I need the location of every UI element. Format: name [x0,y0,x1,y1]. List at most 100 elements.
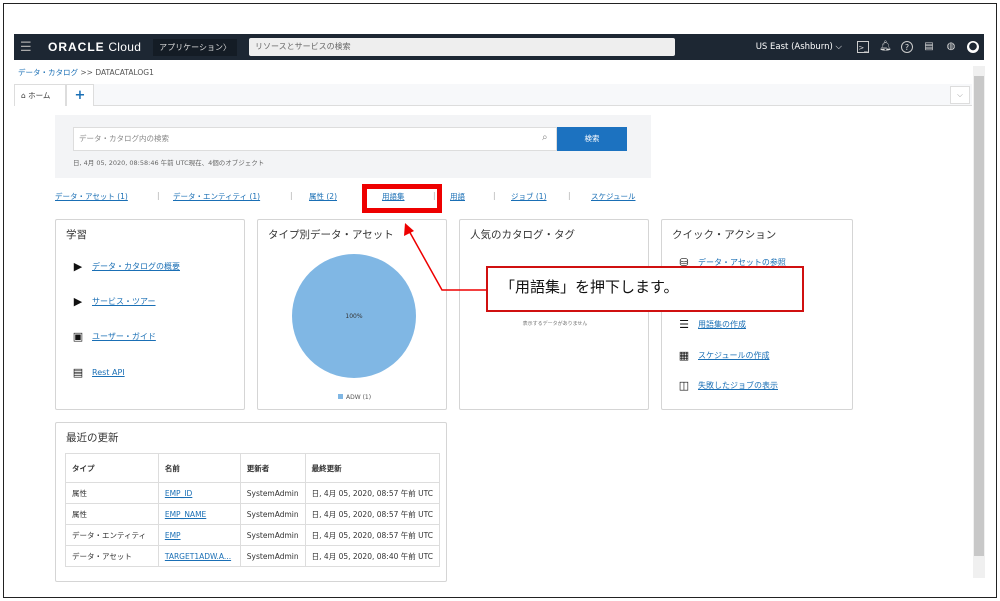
cell-updated: 日, 4月 05, 2020, 08:57 午前 UTC [304,482,441,504]
cell-type: 属性 [65,482,159,504]
play-icon: ▶ [73,260,83,273]
link-data-assets[interactable]: データ・アセット (1) [55,191,128,202]
glossary-icon: ☰ [679,318,689,331]
breadcrumb-separator: >> [80,68,93,77]
popular-tags-card: 人気のカタログ・タグ 表示するデータがありません [459,219,649,410]
cell-type: 属性 [65,503,159,525]
cell-updated: 日, 4月 05, 2020, 08:57 午前 UTC [304,503,441,525]
table-row: 属性 EMP_ID SystemAdmin 日, 4月 05, 2020, 08:57… [65,482,441,504]
cloud-shell-icon[interactable]: >_ [857,41,869,53]
cell-name-link[interactable]: EMP_NAME [165,510,206,519]
breadcrumb-current: DATACATALOG1 [95,68,154,77]
learn-link[interactable]: Rest API [92,368,125,377]
link-data-entities[interactable]: データ・エンティティ (1) [173,191,260,202]
card-title: 最近の更新 [66,432,119,444]
card-title: 学習 [66,229,87,241]
divider: | [493,191,496,200]
schedule-icon: ▦ [678,349,690,362]
help-icon[interactable]: ? [901,41,913,53]
table-row: 属性 EMP_NAME SystemAdmin 日, 4月 05, 2020, 08:… [65,503,441,525]
empty-message: 表示するデータがありません [522,321,588,327]
divider: | [568,191,571,200]
cell-name-link[interactable]: EMP [165,531,181,540]
globe-icon[interactable]: ◍ [945,41,957,53]
learn-link[interactable]: サービス・ツアー [92,296,156,307]
link-schedules[interactable]: スケジュール [591,191,635,202]
divider: | [290,191,293,200]
learn-link[interactable]: データ・カタログの概要 [92,261,180,272]
bell-icon[interactable]: 🔔︎ [879,41,892,53]
cell-updated: 日, 4月 05, 2020, 08:40 午前 UTC [304,545,441,567]
cell-updated: 日, 4月 05, 2020, 08:57 午前 UTC [304,524,441,546]
quick-action[interactable]: ▦ スケジュールの作成 [678,349,770,362]
recent-updates-card: 最近の更新 タイプ 名前 更新者 最終更新 属性 EMP_ID SystemAdmi… [55,422,447,582]
link-jobs[interactable]: ジョブ (1) [511,191,547,202]
learn-item[interactable]: ▣ ユーザー・ガイド [72,330,156,343]
oracle-cloud-logo[interactable]: ORACLE Cloud [48,40,141,54]
catalog-search-input[interactable]: データ・カタログ内の検索 [73,127,557,151]
instruction-callout: 「用語集」を押下します。 [486,266,804,312]
logo-bold: ORACLE [48,40,105,54]
pie-chart: 100% ADW (1) [292,254,416,401]
divider: | [157,191,160,200]
document-icon: ▤ [72,366,84,379]
tab-menu-button[interactable]: ⌵ [950,86,970,104]
hamburger-menu-icon[interactable]: ☰ [20,40,34,55]
quick-actions-card: クイック・アクション ⛁ データ・アセットの参照 ☰ 用語集の作成 ▦ スケジュールの… [661,219,853,410]
catalog-search-panel: データ・カタログ内の検索 ⌕ 検索 日, 4月 05, 2020, 08:58:… [55,115,651,178]
quick-action[interactable]: ☰ 用語集の作成 [678,318,746,331]
column-header: タイプ [65,453,159,483]
column-header: 名前 [157,453,241,483]
region-selector[interactable]: US East (Ashburn) ⌵ [756,42,842,52]
link-attributes[interactable]: 属性 (2) [309,191,337,202]
card-title: 人気のカタログ・タグ [470,229,575,241]
quick-action-link[interactable]: 用語集の作成 [698,319,746,330]
cell-updater: SystemAdmin [239,503,306,525]
table-row: データ・エンティティ EMP SystemAdmin 日, 4月 05, 2020, … [65,524,441,546]
card-title: クイック・アクション [672,229,777,241]
cell-updater: SystemAdmin [239,524,306,546]
table-header: タイプ 名前 更新者 最終更新 [65,453,441,483]
applications-button[interactable]: アプリケーション〉 [153,38,238,56]
logo-light: Cloud [108,40,142,54]
pdf-icon: ▣ [72,330,84,343]
learn-item[interactable]: ▶ サービス・ツアー [72,295,156,308]
quick-action-link[interactable]: スケジュールの作成 [698,350,769,361]
learn-item[interactable]: ▶ データ・カタログの概要 [72,260,180,273]
tab-bar: ⌂ ホーム + ⌵ [14,84,972,106]
cell-name-link[interactable]: TARGET1ADW.A... [165,552,231,561]
search-button[interactable]: 検索 [557,127,627,151]
play-icon: ▶ [73,295,83,308]
top-bar: ☰ ORACLE Cloud アプリケーション〉 リソースとサービスの検索 US… [14,34,984,60]
tab-home[interactable]: ⌂ ホーム [14,84,66,106]
quick-action-link[interactable]: 失敗したジョブの表示 [698,380,778,391]
breadcrumb: データ・カタログ >> DATACATALOG1 [18,67,154,78]
resource-search-input[interactable]: リソースとサービスの検索 [249,38,676,56]
chat-icon[interactable]: ▤ [923,41,935,53]
column-header: 更新者 [239,453,306,483]
recent-updates-table: タイプ 名前 更新者 最終更新 属性 EMP_ID SystemAdmin 日, 4月… [65,453,441,567]
learn-card: 学習 ▶ データ・カタログの概要 ▶ サービス・ツアー ▣ ユーザー・ガイド ▤ Res… [55,219,245,410]
column-header: 最終更新 [304,453,441,483]
scrollbar-thumb[interactable] [974,76,984,556]
table-row: データ・アセット TARGET1ADW.A... SystemAdmin 日, 4月 … [65,545,441,567]
home-icon: ⌂ [21,91,26,100]
type-assets-card: タイプ別データ・アセット 100% ADW (1) [257,219,447,410]
link-terms[interactable]: 用語 [450,191,465,202]
add-tab-button[interactable]: + [66,84,94,106]
breadcrumb-data-catalog[interactable]: データ・カタログ [18,68,78,77]
cell-name-link[interactable]: EMP_ID [165,489,192,498]
learn-item[interactable]: ▤ Rest API [72,366,125,379]
cell-type: データ・エンティティ [65,524,159,546]
failed-job-icon: ◫ [678,379,690,392]
cell-type: データ・アセット [65,545,159,567]
learn-link[interactable]: ユーザー・ガイド [92,331,156,342]
search-icon[interactable]: ⌕ [542,132,548,143]
legend-swatch [338,394,343,399]
legend-label: ADW (1) [346,394,371,401]
user-avatar-icon[interactable]: ● [967,41,979,53]
quick-action[interactable]: ◫ 失敗したジョブの表示 [678,379,778,392]
search-info: 日, 4月 05, 2020, 08:58:46 午前 UTC現在、4個のオブジ… [73,159,265,167]
tab-home-label: ホーム [28,91,51,100]
vertical-scrollbar[interactable] [973,66,985,578]
